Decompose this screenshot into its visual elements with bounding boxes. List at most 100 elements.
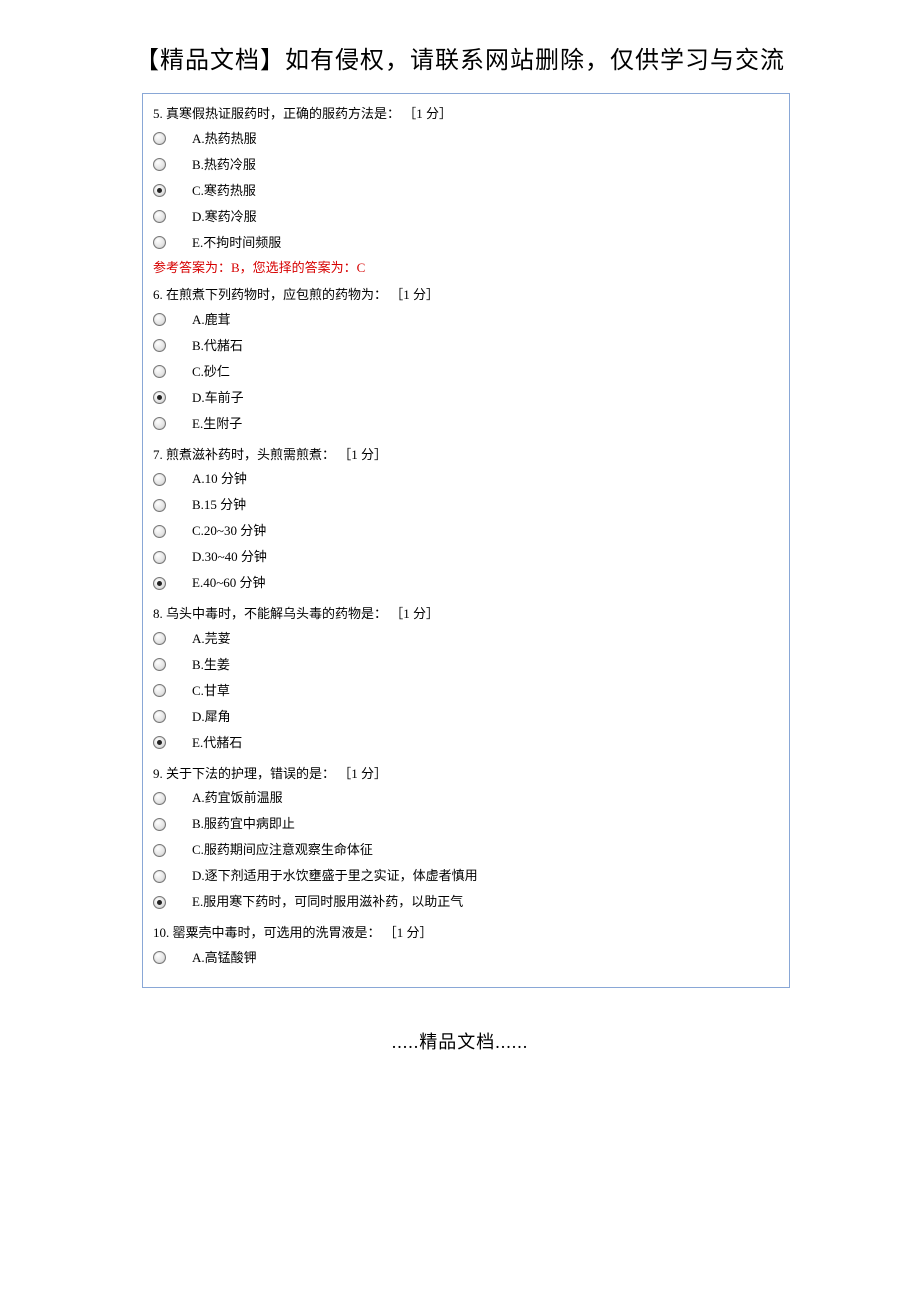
question-text: 7. 煎煮滋补药时，头煎需煎煮： ［1 分］ bbox=[153, 443, 779, 467]
option-label: C.寒药热服 bbox=[192, 181, 256, 201]
option-row[interactable]: A.热药热服 bbox=[153, 126, 779, 152]
radio-icon[interactable] bbox=[153, 184, 166, 197]
question-text: 5. 真寒假热证服药时，正确的服药方法是： ［1 分］ bbox=[153, 102, 779, 126]
option-row[interactable]: A.10 分钟 bbox=[153, 466, 779, 492]
page-footer: .....精品文档...... bbox=[0, 1028, 920, 1054]
option-row[interactable]: E.40~60 分钟 bbox=[153, 570, 779, 596]
option-row[interactable]: B.代赭石 bbox=[153, 333, 779, 359]
question-block: 6. 在煎煮下列药物时，应包煎的药物为： ［1 分］ A.鹿茸 B.代赭石 C.砂仁 D… bbox=[153, 283, 779, 437]
option-label: C.甘草 bbox=[192, 681, 230, 701]
option-row[interactable]: B.15 分钟 bbox=[153, 492, 779, 518]
question-body: 乌头中毒时，不能解乌头毒的药物是： bbox=[166, 606, 387, 621]
question-number: 6. bbox=[153, 287, 163, 302]
question-block: 9. 关于下法的护理，错误的是： ［1 分］A.药宜饭前温服 B.服药宜中病即止 C… bbox=[153, 762, 779, 916]
radio-icon[interactable] bbox=[153, 525, 166, 538]
option-row[interactable]: D.逐下剂适用于水饮壅盛于里之实证，体虚者慎用 bbox=[153, 863, 779, 889]
question-text: 9. 关于下法的护理，错误的是： ［1 分］ bbox=[153, 762, 779, 786]
radio-icon[interactable] bbox=[153, 736, 166, 749]
option-label: E.不拘时间频服 bbox=[192, 233, 281, 253]
option-row[interactable]: C.砂仁 bbox=[153, 359, 779, 385]
question-text: 10. 罂粟壳中毒时，可选用的洗胃液是： ［1 分］ bbox=[153, 921, 779, 945]
option-row[interactable]: E.服用寒下药时，可同时服用滋补药，以助正气 bbox=[153, 889, 779, 915]
option-row[interactable]: B.生姜 bbox=[153, 652, 779, 678]
question-points: ［1 分］ bbox=[338, 447, 387, 462]
option-row[interactable]: A.药宜饭前温服 bbox=[153, 785, 779, 811]
page-header: 【精品文档】如有侵权，请联系网站删除，仅供学习与交流 bbox=[0, 40, 920, 75]
option-row[interactable]: D.寒药冷服 bbox=[153, 204, 779, 230]
radio-icon[interactable] bbox=[153, 158, 166, 171]
option-row[interactable]: B.服药宜中病即止 bbox=[153, 811, 779, 837]
option-label: B.代赭石 bbox=[192, 336, 243, 356]
option-row[interactable]: C.20~30 分钟 bbox=[153, 518, 779, 544]
option-row[interactable]: D.车前子 bbox=[153, 385, 779, 411]
option-row[interactable]: B.热药冷服 bbox=[153, 152, 779, 178]
question-body: 在煎煮下列药物时，应包煎的药物为： bbox=[166, 287, 387, 302]
option-label: B.服药宜中病即止 bbox=[192, 814, 295, 834]
option-label: A.高锰酸钾 bbox=[192, 948, 257, 968]
question-block: 7. 煎煮滋补药时，头煎需煎煮： ［1 分］A.10 分钟B.15 分钟C.20… bbox=[153, 443, 779, 597]
option-label: C.砂仁 bbox=[192, 362, 230, 382]
radio-icon[interactable] bbox=[153, 632, 166, 645]
option-row[interactable]: E.代赭石 bbox=[153, 730, 779, 756]
radio-icon[interactable] bbox=[153, 896, 166, 909]
option-row[interactable]: A.鹿茸 bbox=[153, 307, 779, 333]
option-label: D.犀角 bbox=[192, 707, 231, 727]
option-label: D.逐下剂适用于水饮壅盛于里之实证，体虚者慎用 bbox=[192, 866, 478, 886]
answer-feedback: 参考答案为：B，您选择的答案为：C bbox=[153, 258, 779, 278]
option-label: E.服用寒下药时，可同时服用滋补药，以助正气 bbox=[192, 892, 463, 912]
radio-icon[interactable] bbox=[153, 236, 166, 249]
option-row[interactable]: C.寒药热服 bbox=[153, 178, 779, 204]
option-row[interactable]: D.30~40 分钟 bbox=[153, 544, 779, 570]
radio-icon[interactable] bbox=[153, 365, 166, 378]
option-label: A.10 分钟 bbox=[192, 469, 247, 489]
radio-icon[interactable] bbox=[153, 844, 166, 857]
question-points: ［1 分］ bbox=[390, 287, 439, 302]
radio-icon[interactable] bbox=[153, 951, 166, 964]
radio-icon[interactable] bbox=[153, 577, 166, 590]
option-label: C.服药期间应注意观察生命体征 bbox=[192, 840, 373, 860]
radio-icon[interactable] bbox=[153, 658, 166, 671]
option-label: A.药宜饭前温服 bbox=[192, 788, 283, 808]
option-row[interactable]: E.生附子 bbox=[153, 411, 779, 437]
option-row[interactable]: C.甘草 bbox=[153, 678, 779, 704]
question-block: 5. 真寒假热证服药时，正确的服药方法是： ［1 分］A.热药热服 B.热药冷服 C… bbox=[153, 102, 779, 277]
option-row[interactable]: E.不拘时间频服 bbox=[153, 230, 779, 256]
option-label: D.车前子 bbox=[192, 388, 244, 408]
radio-icon[interactable] bbox=[153, 210, 166, 223]
option-label: C.20~30 分钟 bbox=[192, 521, 266, 541]
question-body: 关于下法的护理，错误的是： bbox=[166, 766, 335, 781]
option-label: D.30~40 分钟 bbox=[192, 547, 267, 567]
option-label: D.寒药冷服 bbox=[192, 207, 257, 227]
radio-icon[interactable] bbox=[153, 551, 166, 564]
radio-icon[interactable] bbox=[153, 684, 166, 697]
radio-icon[interactable] bbox=[153, 792, 166, 805]
question-number: 8. bbox=[153, 606, 163, 621]
question-number: 7. bbox=[153, 447, 163, 462]
option-row[interactable]: A.高锰酸钾 bbox=[153, 945, 779, 971]
radio-icon[interactable] bbox=[153, 473, 166, 486]
radio-icon[interactable] bbox=[153, 132, 166, 145]
radio-icon[interactable] bbox=[153, 417, 166, 430]
question-body: 真寒假热证服药时，正确的服药方法是： bbox=[166, 106, 400, 121]
radio-icon[interactable] bbox=[153, 710, 166, 723]
radio-icon[interactable] bbox=[153, 499, 166, 512]
radio-icon[interactable] bbox=[153, 339, 166, 352]
option-label: B.生姜 bbox=[192, 655, 230, 675]
question-number: 10. bbox=[153, 925, 169, 940]
option-label: E.生附子 bbox=[192, 414, 242, 434]
radio-icon[interactable] bbox=[153, 870, 166, 883]
option-label: A.芫荽 bbox=[192, 629, 231, 649]
option-label: B.热药冷服 bbox=[192, 155, 256, 175]
option-row[interactable]: D.犀角 bbox=[153, 704, 779, 730]
radio-icon[interactable] bbox=[153, 391, 166, 404]
option-row[interactable]: C.服药期间应注意观察生命体征 bbox=[153, 837, 779, 863]
radio-icon[interactable] bbox=[153, 313, 166, 326]
radio-icon[interactable] bbox=[153, 818, 166, 831]
question-body: 煎煮滋补药时，头煎需煎煮： bbox=[166, 447, 335, 462]
question-block: 10. 罂粟壳中毒时，可选用的洗胃液是： ［1 分］ A.高锰酸钾 bbox=[153, 921, 779, 971]
question-text: 8. 乌头中毒时，不能解乌头毒的药物是： ［1 分］ bbox=[153, 602, 779, 626]
question-points: ［1 分］ bbox=[384, 925, 433, 940]
option-row[interactable]: A.芫荽 bbox=[153, 626, 779, 652]
question-block: 8. 乌头中毒时，不能解乌头毒的药物是： ［1 分］ A.芫荽 B.生姜 C.甘草 D.… bbox=[153, 602, 779, 756]
option-label: E.代赭石 bbox=[192, 733, 242, 753]
